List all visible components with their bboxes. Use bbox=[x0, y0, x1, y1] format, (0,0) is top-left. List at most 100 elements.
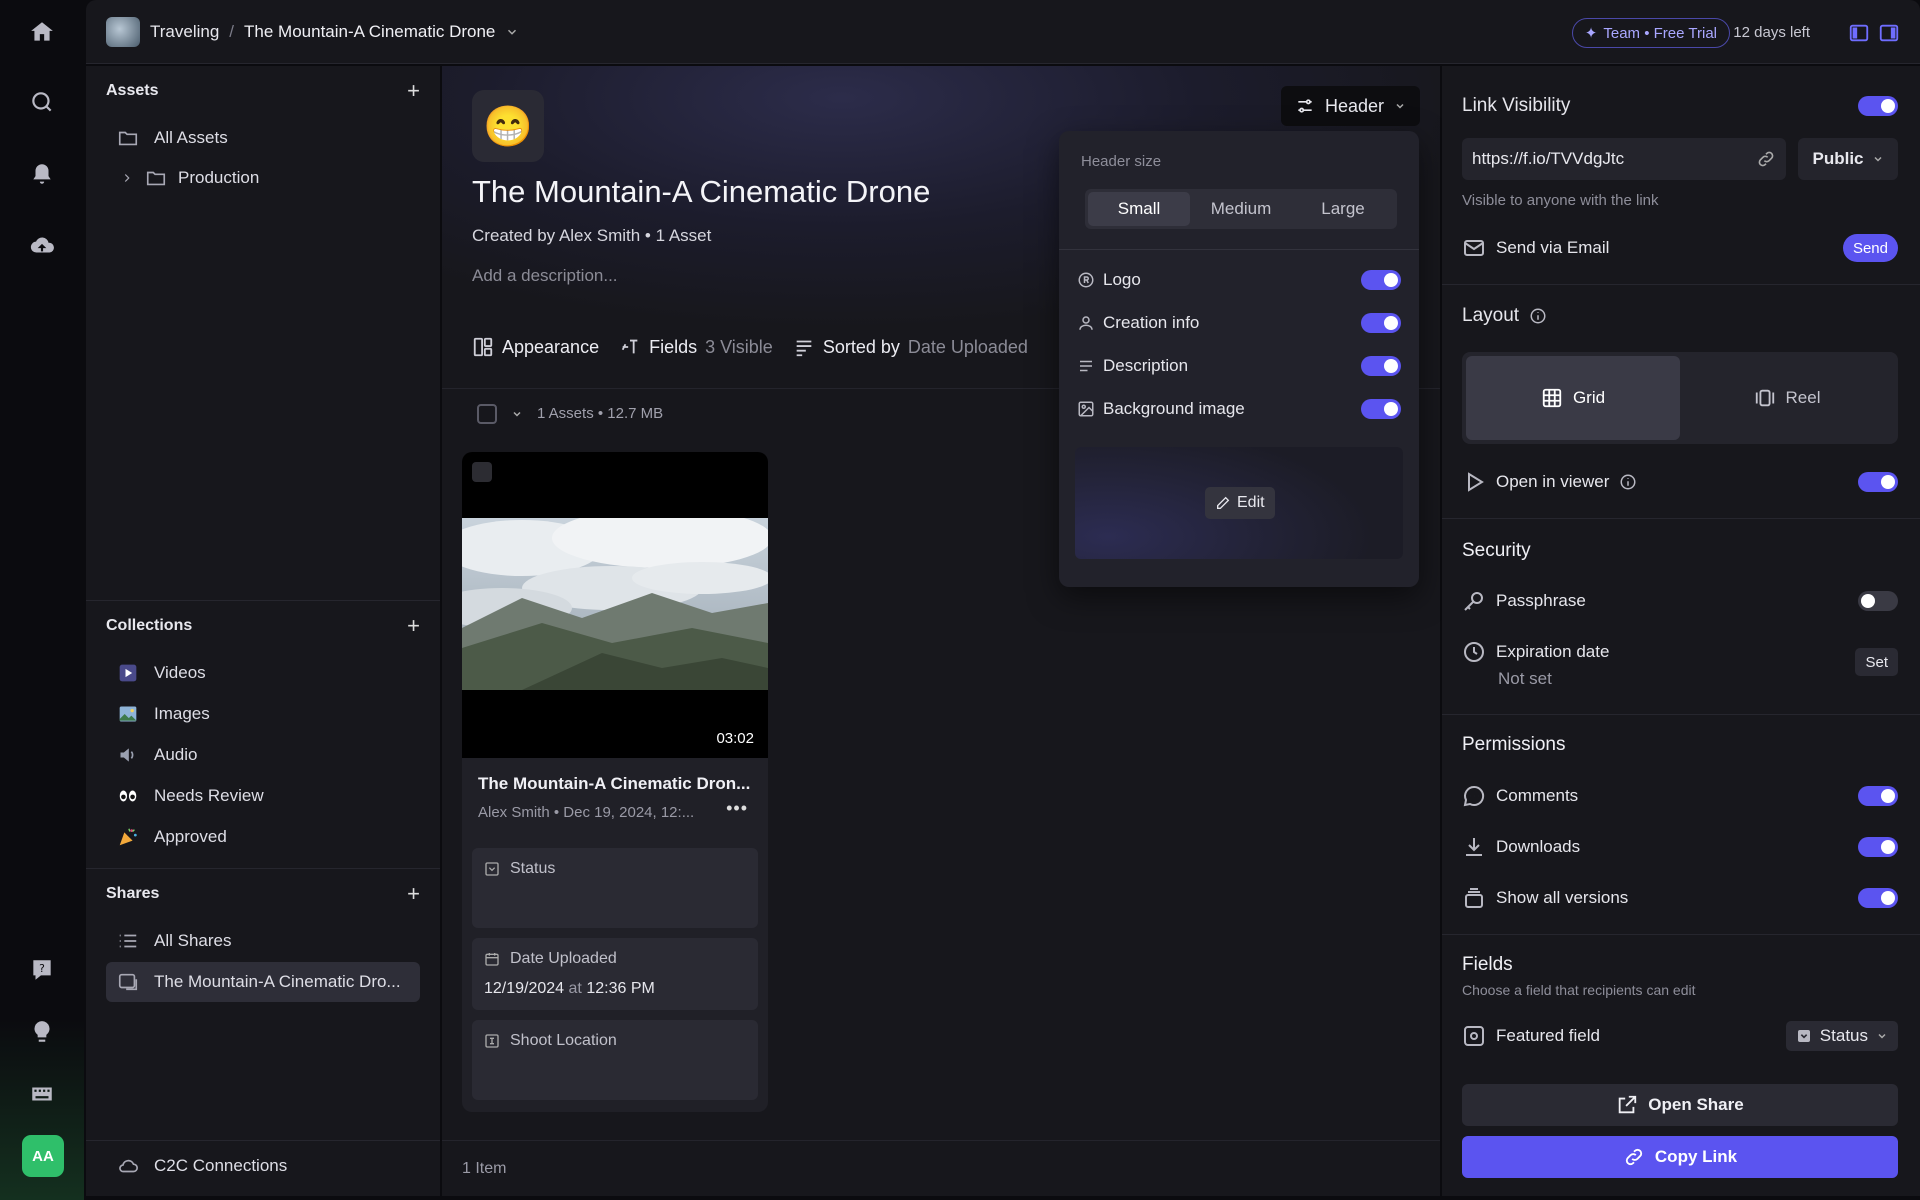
sidebar-item-needs-review[interactable]: Needs Review bbox=[106, 776, 420, 816]
add-share-icon[interactable]: + bbox=[407, 881, 420, 907]
add-collection-icon[interactable]: + bbox=[407, 613, 420, 639]
upload-cloud-icon[interactable] bbox=[22, 226, 62, 266]
days-left: 12 days left bbox=[1733, 24, 1810, 41]
sidebar-item-approved[interactable]: Approved bbox=[106, 817, 420, 857]
sidebar-item-all-shares[interactable]: All Shares bbox=[106, 921, 420, 961]
header-button[interactable]: Header bbox=[1280, 86, 1420, 126]
description-toggle[interactable] bbox=[1361, 356, 1401, 376]
sort-button[interactable]: Sorted by Date Uploaded bbox=[793, 336, 1028, 358]
creation-info-toggle[interactable] bbox=[1361, 313, 1401, 333]
featured-field-dropdown[interactable]: Status bbox=[1785, 1021, 1898, 1051]
more-options-button[interactable]: ••• bbox=[726, 798, 748, 819]
chevron-right-icon[interactable] bbox=[120, 166, 134, 190]
layout-reel-label: Reel bbox=[1785, 388, 1821, 407]
divider bbox=[1442, 518, 1920, 519]
keyboard-icon[interactable] bbox=[22, 1074, 62, 1114]
asset-title[interactable]: The Mountain-A Cinematic Dron... bbox=[478, 774, 750, 794]
set-expiration-button[interactable]: Set bbox=[1855, 648, 1898, 676]
left-panel-icon[interactable] bbox=[1848, 22, 1870, 44]
sorted-by-value: Date Uploaded bbox=[907, 336, 1028, 357]
share-url-field[interactable]: https://f.io/TVVdgJtc bbox=[1462, 138, 1786, 180]
share-icon bbox=[116, 970, 140, 994]
sidebar-item-all-assets[interactable]: All Assets bbox=[106, 118, 420, 158]
cloud-icon bbox=[116, 1154, 140, 1178]
access-dropdown[interactable]: Public bbox=[1798, 138, 1898, 180]
key-icon bbox=[1462, 589, 1486, 613]
open-in-viewer-row: Open in viewer bbox=[1462, 464, 1898, 500]
description-row: Description bbox=[1077, 351, 1401, 381]
home-icon[interactable] bbox=[22, 12, 62, 52]
sidebar: Assets + All Assets Production Collectio… bbox=[86, 66, 440, 1196]
passphrase-toggle[interactable] bbox=[1858, 591, 1898, 611]
fields-heading: Fields bbox=[1462, 954, 1513, 975]
downloads-label: Downloads bbox=[1496, 837, 1581, 856]
layout-reel-option[interactable]: Reel bbox=[1680, 356, 1894, 440]
layout-icon bbox=[472, 336, 494, 358]
video-icon bbox=[116, 661, 140, 685]
appearance-button[interactable]: Appearance bbox=[472, 336, 599, 358]
background-image-toggle[interactable] bbox=[1361, 399, 1401, 419]
link-icon[interactable] bbox=[1756, 149, 1776, 169]
share-logo[interactable]: 😁 bbox=[472, 90, 544, 162]
creation-info: Created by Alex Smith • 1 Asset bbox=[472, 226, 712, 245]
logo-row: Logo bbox=[1077, 265, 1401, 295]
link-visibility-toggle[interactable] bbox=[1858, 96, 1898, 116]
asset-card[interactable]: 03:02 The Mountain-A Cinematic Dron... A… bbox=[462, 452, 768, 1112]
divider bbox=[1059, 249, 1419, 250]
sidebar-item-images[interactable]: Images bbox=[106, 694, 420, 734]
info-icon[interactable] bbox=[1619, 473, 1637, 491]
header-size-label: Header size bbox=[1081, 153, 1162, 170]
avatar[interactable]: AA bbox=[22, 1135, 64, 1177]
asset-thumbnail[interactable]: 03:02 bbox=[462, 452, 768, 758]
open-share-button[interactable]: Open Share bbox=[1462, 1084, 1898, 1126]
select-all-checkbox[interactable] bbox=[477, 403, 497, 424]
size-small-option[interactable]: Small bbox=[1088, 192, 1190, 226]
sidebar-item-videos[interactable]: Videos bbox=[106, 653, 420, 693]
show-versions-toggle[interactable] bbox=[1858, 888, 1898, 908]
search-icon[interactable] bbox=[22, 82, 62, 122]
add-asset-icon[interactable]: + bbox=[407, 78, 420, 104]
layout-grid-option[interactable]: Grid bbox=[1466, 356, 1680, 440]
open-in-viewer-toggle[interactable] bbox=[1858, 472, 1898, 492]
help-icon[interactable]: ? bbox=[22, 950, 62, 990]
shoot-location-field[interactable]: Shoot Location bbox=[472, 1020, 758, 1100]
status-field[interactable]: Status bbox=[472, 848, 758, 928]
sorted-by-label: Sorted by bbox=[822, 336, 900, 357]
copy-link-button[interactable]: Copy Link bbox=[1462, 1136, 1898, 1178]
description-placeholder[interactable]: Add a description... bbox=[472, 266, 618, 286]
edit-background-button[interactable]: Edit bbox=[1205, 487, 1275, 519]
bell-icon[interactable] bbox=[22, 154, 62, 194]
sidebar-item-c2c[interactable]: C2C Connections bbox=[106, 1146, 420, 1186]
chevron-down-icon[interactable] bbox=[511, 408, 523, 420]
show-versions-label: Show all versions bbox=[1496, 888, 1629, 907]
send-button[interactable]: Send bbox=[1842, 234, 1898, 262]
project-thumbnail[interactable] bbox=[106, 17, 140, 47]
chevron-down-icon bbox=[1394, 100, 1406, 112]
size-medium-option[interactable]: Medium bbox=[1190, 192, 1292, 226]
divider bbox=[86, 868, 440, 869]
right-panel-icon[interactable] bbox=[1878, 22, 1900, 44]
svg-text:?: ? bbox=[39, 962, 45, 975]
downloads-toggle[interactable] bbox=[1858, 837, 1898, 857]
sidebar-item-production[interactable]: Production bbox=[120, 158, 420, 198]
expiration-label: Expiration date bbox=[1496, 642, 1610, 661]
breadcrumb-parent[interactable]: Traveling bbox=[150, 22, 219, 42]
date-uploaded-field[interactable]: Date Uploaded 12/19/2024 at 12:36 PM bbox=[472, 938, 758, 1010]
lightbulb-icon[interactable] bbox=[22, 1012, 62, 1052]
info-icon[interactable] bbox=[1529, 307, 1547, 325]
breadcrumb-current[interactable]: The Mountain-A Cinematic Drone bbox=[244, 22, 495, 42]
sidebar-item-audio[interactable]: Audio bbox=[106, 735, 420, 775]
trial-badge[interactable]: ✦ Team • Free Trial bbox=[1571, 18, 1730, 48]
comments-toggle[interactable] bbox=[1858, 786, 1898, 806]
fields-button[interactable]: Fields 3 Visible bbox=[619, 336, 773, 358]
chevron-down-icon[interactable] bbox=[505, 25, 519, 39]
calendar-icon bbox=[484, 951, 500, 967]
asset-checkbox[interactable] bbox=[472, 462, 492, 482]
header-button-label: Header bbox=[1324, 95, 1384, 116]
size-large-option[interactable]: Large bbox=[1292, 192, 1394, 226]
page-title[interactable]: The Mountain-A Cinematic Drone bbox=[472, 174, 930, 210]
folder-icon bbox=[144, 166, 168, 190]
shares-heading: Shares + bbox=[86, 879, 440, 909]
sidebar-item-current-share[interactable]: The Mountain-A Cinematic Dro... bbox=[106, 962, 420, 1002]
logo-toggle[interactable] bbox=[1361, 270, 1401, 290]
